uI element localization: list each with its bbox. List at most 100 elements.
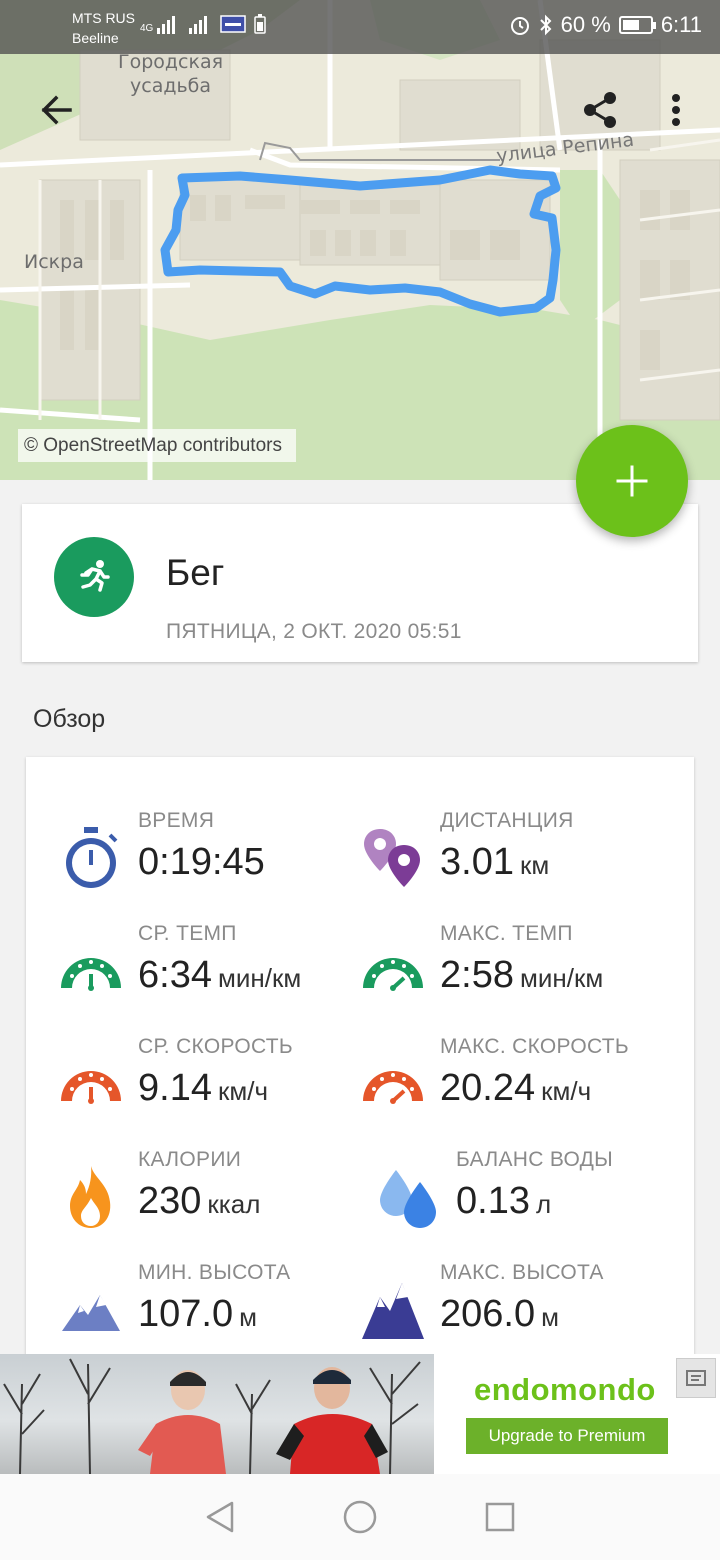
nav-recents-button[interactable] [470,1487,530,1547]
back-button[interactable] [32,86,80,134]
map-attribution[interactable]: © OpenStreetMap contributors [18,429,296,462]
status-bar: MTS RUS Beeline 4G 60 % 6:11 [0,0,720,54]
stat-value: 0:19:45 [138,841,271,884]
stat-number: 0:19:45 [138,841,265,883]
stat-avg-pace: СР. ТЕМП 6:34 мин/км [58,920,378,1020]
water-drops-icon [376,1164,442,1230]
upgrade-premium-button[interactable]: Upgrade to Premium [466,1418,668,1454]
stat-unit: м [541,1302,559,1332]
nav-home-button[interactable] [330,1487,390,1547]
stat-value: 0.13 л [456,1180,551,1223]
stat-unit: км/ч [541,1076,592,1106]
stat-distance: ДИСТАНЦИЯ 3.01 км [360,807,680,907]
plus-icon [616,465,648,497]
battery-saver-icon [254,14,267,34]
stat-max-pace: МАКС. ТЕМП 2:58 мин/км [360,920,680,1020]
stat-value: 107.0 м [138,1293,257,1336]
stat-value: 6:34 мин/км [138,954,301,997]
ad-choices-icon[interactable] [676,1358,716,1398]
ad-photo [0,1354,434,1474]
stat-unit: мин/км [519,963,604,993]
signal-icons: 4G [140,14,267,34]
mountain-icon [360,1277,426,1343]
stat-number: 206.0 [440,1293,536,1335]
overview-title: Обзор [33,705,106,733]
stat-max-speed: МАКС. СКОРОСТЬ 20.24 км/ч [360,1033,680,1133]
map-tiles [0,0,720,480]
clock: 6:11 [660,12,702,37]
stat-number: 3.01 [440,841,514,883]
stat-unit: ккал [207,1189,261,1219]
more-options-button[interactable] [652,86,700,134]
stat-calories: КАЛОРИИ 230 ккал [58,1146,378,1246]
route-map[interactable]: Городская усадьба улица Репина Искра © O… [0,0,720,480]
network-type: 4G [140,23,154,34]
stat-number: 0.13 [456,1180,530,1222]
flame-icon [58,1164,124,1230]
workout-date: ПЯТНИЦА, 2 ОКТ. 2020 05:51 [166,620,462,643]
stat-value: 206.0 м [440,1293,559,1336]
stat-label: ВРЕМЯ [138,809,215,832]
speedometer-icon [58,1051,124,1117]
nav-home-icon [343,1500,377,1534]
stat-label: КАЛОРИИ [138,1148,242,1171]
stopwatch-icon [58,825,124,891]
map-label-gorodskaya: Городская усадьба [118,51,224,97]
nav-back-icon [206,1501,234,1533]
status-right: 60 % 6:11 [509,12,702,38]
stat-value: 2:58 мин/км [440,954,603,997]
stat-max-altitude: МАКС. ВЫСОТА 206.0 м [360,1259,680,1359]
battery-level [622,20,639,30]
mountain-icon [58,1277,124,1343]
gauge-icon [360,938,426,1004]
system-nav-bar [0,1474,720,1560]
stat-value: 20.24 км/ч [440,1067,591,1110]
stat-value: 230 ккал [138,1180,260,1223]
stat-time: ВРЕМЯ 0:19:45 [58,807,378,907]
location-pin-icon [360,825,426,891]
stat-number: 9.14 [138,1067,212,1109]
ad-content: endomondo Upgrade to Premium [434,1354,720,1474]
bluetooth-icon [539,14,552,36]
stat-value: 9.14 км/ч [138,1067,268,1110]
stat-label: СР. ТЕМП [138,922,237,945]
more-vert-icon [672,94,680,126]
battery-icon [618,16,656,34]
stat-number: 20.24 [440,1067,536,1109]
stat-water: БАЛАНС ВОДЫ 0.13 л [376,1146,696,1246]
stat-avg-speed: СР. СКОРОСТЬ 9.14 км/ч [58,1033,378,1133]
arrow-left-icon [41,95,72,125]
stat-unit: л [535,1189,552,1219]
stat-number: 2:58 [440,954,514,996]
share-icon [584,92,616,128]
stat-label: СР. СКОРОСТЬ [138,1035,293,1058]
stat-unit: км [519,850,550,880]
ad-banner[interactable]: endomondo Upgrade to Premium [0,1354,720,1474]
signal-icon [157,16,176,34]
stat-label: БАЛАНС ВОДЫ [456,1148,614,1171]
stat-label: МАКС. ВЫСОТА [440,1261,604,1284]
stat-number: 6:34 [138,954,212,996]
add-fab-button[interactable] [576,425,688,537]
carrier-1: MTS RUS [72,10,135,26]
sport-avatar [54,537,134,617]
speedometer-icon [360,1051,426,1117]
sport-name: Бег [166,552,225,593]
stat-number: 107.0 [138,1293,234,1335]
stat-unit: км/ч [217,1076,268,1106]
stat-label: МАКС. СКОРОСТЬ [440,1035,629,1058]
carrier-2: Beeline [72,30,119,46]
nav-recents-icon [485,1502,515,1532]
runner-icon [80,560,110,592]
share-button[interactable] [576,86,624,134]
gauge-icon [58,938,124,1004]
map-label-iskra: Искра [24,251,84,273]
notification-icon [220,15,247,33]
stat-value: 3.01 км [440,841,549,884]
endomondo-logo: endomondo [474,1372,656,1407]
carrier-info: MTS RUS Beeline [72,8,135,48]
stat-unit: мин/км [217,963,302,993]
stats-card: ВРЕМЯ 0:19:45 ДИСТАНЦИЯ 3.01 км СР. ТЕМП… [26,757,694,1357]
nav-back-button[interactable] [190,1487,250,1547]
workout-header-card: Бег ПЯТНИЦА, 2 ОКТ. 2020 05:51 [22,504,698,662]
